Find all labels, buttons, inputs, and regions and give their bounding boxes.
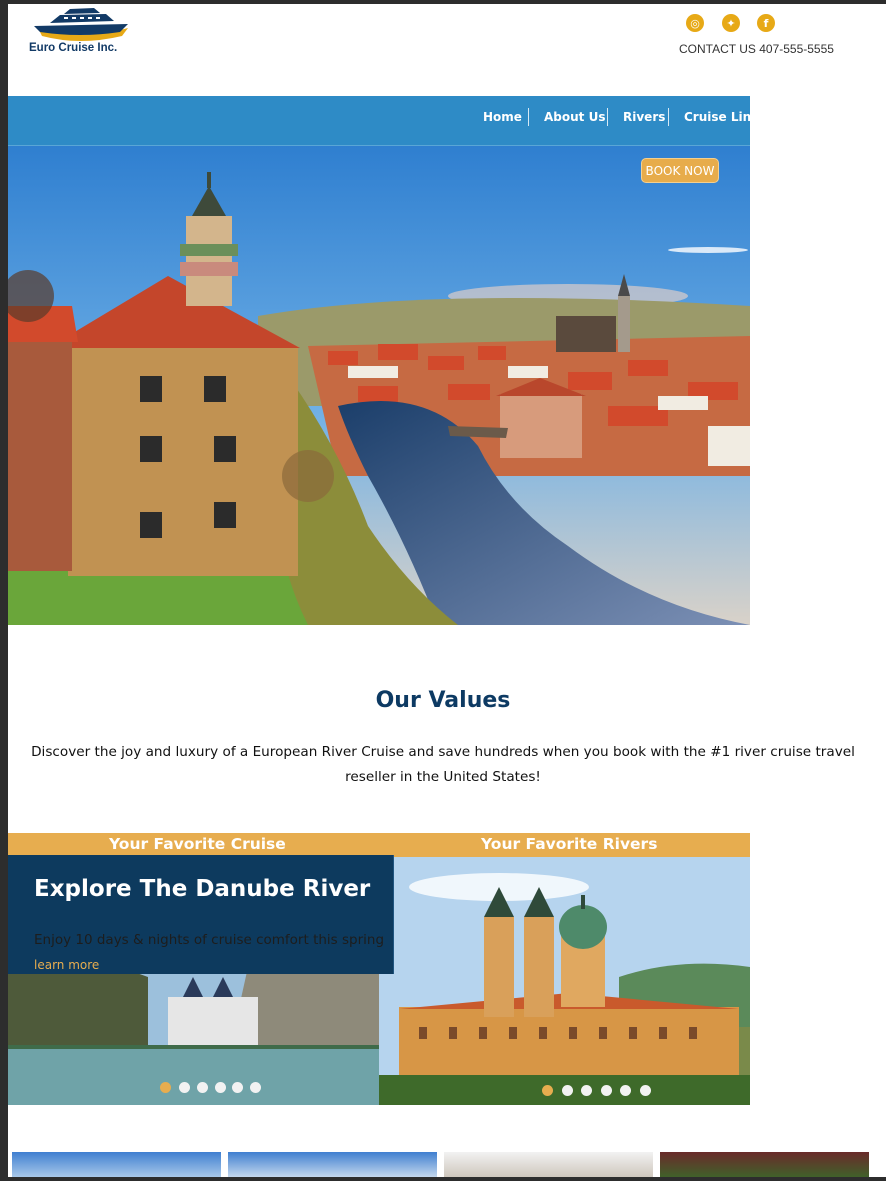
contact-phone[interactable]: CONTACT US 407-555-5555	[679, 42, 834, 56]
melk-abbey-illustration	[379, 857, 750, 1105]
window-frame-top	[0, 0, 886, 4]
window-frame-left	[0, 0, 8, 1181]
rivers-slider-dot-6[interactable]	[640, 1085, 651, 1096]
facebook-icon[interactable]: f	[757, 14, 775, 32]
rivers-slider-dot-2[interactable]	[562, 1085, 573, 1096]
nav-item-cruise-lines[interactable]: Cruise Lines	[684, 110, 750, 124]
river-slide-image	[379, 857, 750, 1105]
nav-item-about-us[interactable]: About Us	[544, 110, 605, 124]
brand-logo[interactable]: Euro Cruise Inc.	[26, 8, 136, 58]
cruise-promo-text: Enjoy 10 days & nights of cruise comfort…	[34, 932, 385, 948]
twitter-icon[interactable]: ✦	[722, 14, 740, 32]
window-frame-bottom	[0, 1177, 886, 1181]
values-heading: Our Values	[375, 688, 511, 713]
brand-name: Euro Cruise Inc.	[29, 42, 118, 54]
cruise-slider-dot-2[interactable]	[179, 1082, 190, 1093]
rivers-slider-dot-1[interactable]	[542, 1085, 553, 1096]
main-nav: Home About Us Rivers Cruise Lines	[8, 96, 750, 146]
rivers-slider-dot-4[interactable]	[601, 1085, 612, 1096]
cruise-slider-dot-3[interactable]	[197, 1082, 208, 1093]
learn-more-link[interactable]: learn more	[34, 958, 99, 972]
rivers-slider-dot-5[interactable]	[620, 1085, 631, 1096]
cruise-promo-panel	[8, 855, 394, 974]
nav-separator	[528, 108, 529, 126]
instagram-icon[interactable]: ◎	[686, 14, 704, 32]
favorite-cruise-label: Your Favorite Cruise	[109, 835, 286, 853]
nav-separator	[668, 108, 669, 126]
cruise-slider-dot-1[interactable]	[160, 1082, 171, 1093]
book-now-button[interactable]: BOOK NOW	[641, 158, 719, 183]
nav-separator	[607, 108, 608, 126]
hero-town-illustration	[8, 146, 750, 625]
cruise-slider-dot-5[interactable]	[232, 1082, 243, 1093]
nav-item-rivers[interactable]: Rivers	[623, 110, 665, 124]
rivers-slider-dot-3[interactable]	[581, 1085, 592, 1096]
nav-item-home[interactable]: Home	[483, 110, 522, 124]
cruise-promo-title: Explore The Danube River	[34, 876, 371, 902]
ship-logo-icon	[34, 8, 128, 41]
values-description: Discover the joy and luxury of a Europea…	[31, 744, 855, 785]
favorite-rivers-label: Your Favorite Rivers	[481, 835, 658, 853]
hero-image	[8, 146, 750, 625]
cruise-slider-dot-6[interactable]	[250, 1082, 261, 1093]
cruise-slider-dot-4[interactable]	[215, 1082, 226, 1093]
